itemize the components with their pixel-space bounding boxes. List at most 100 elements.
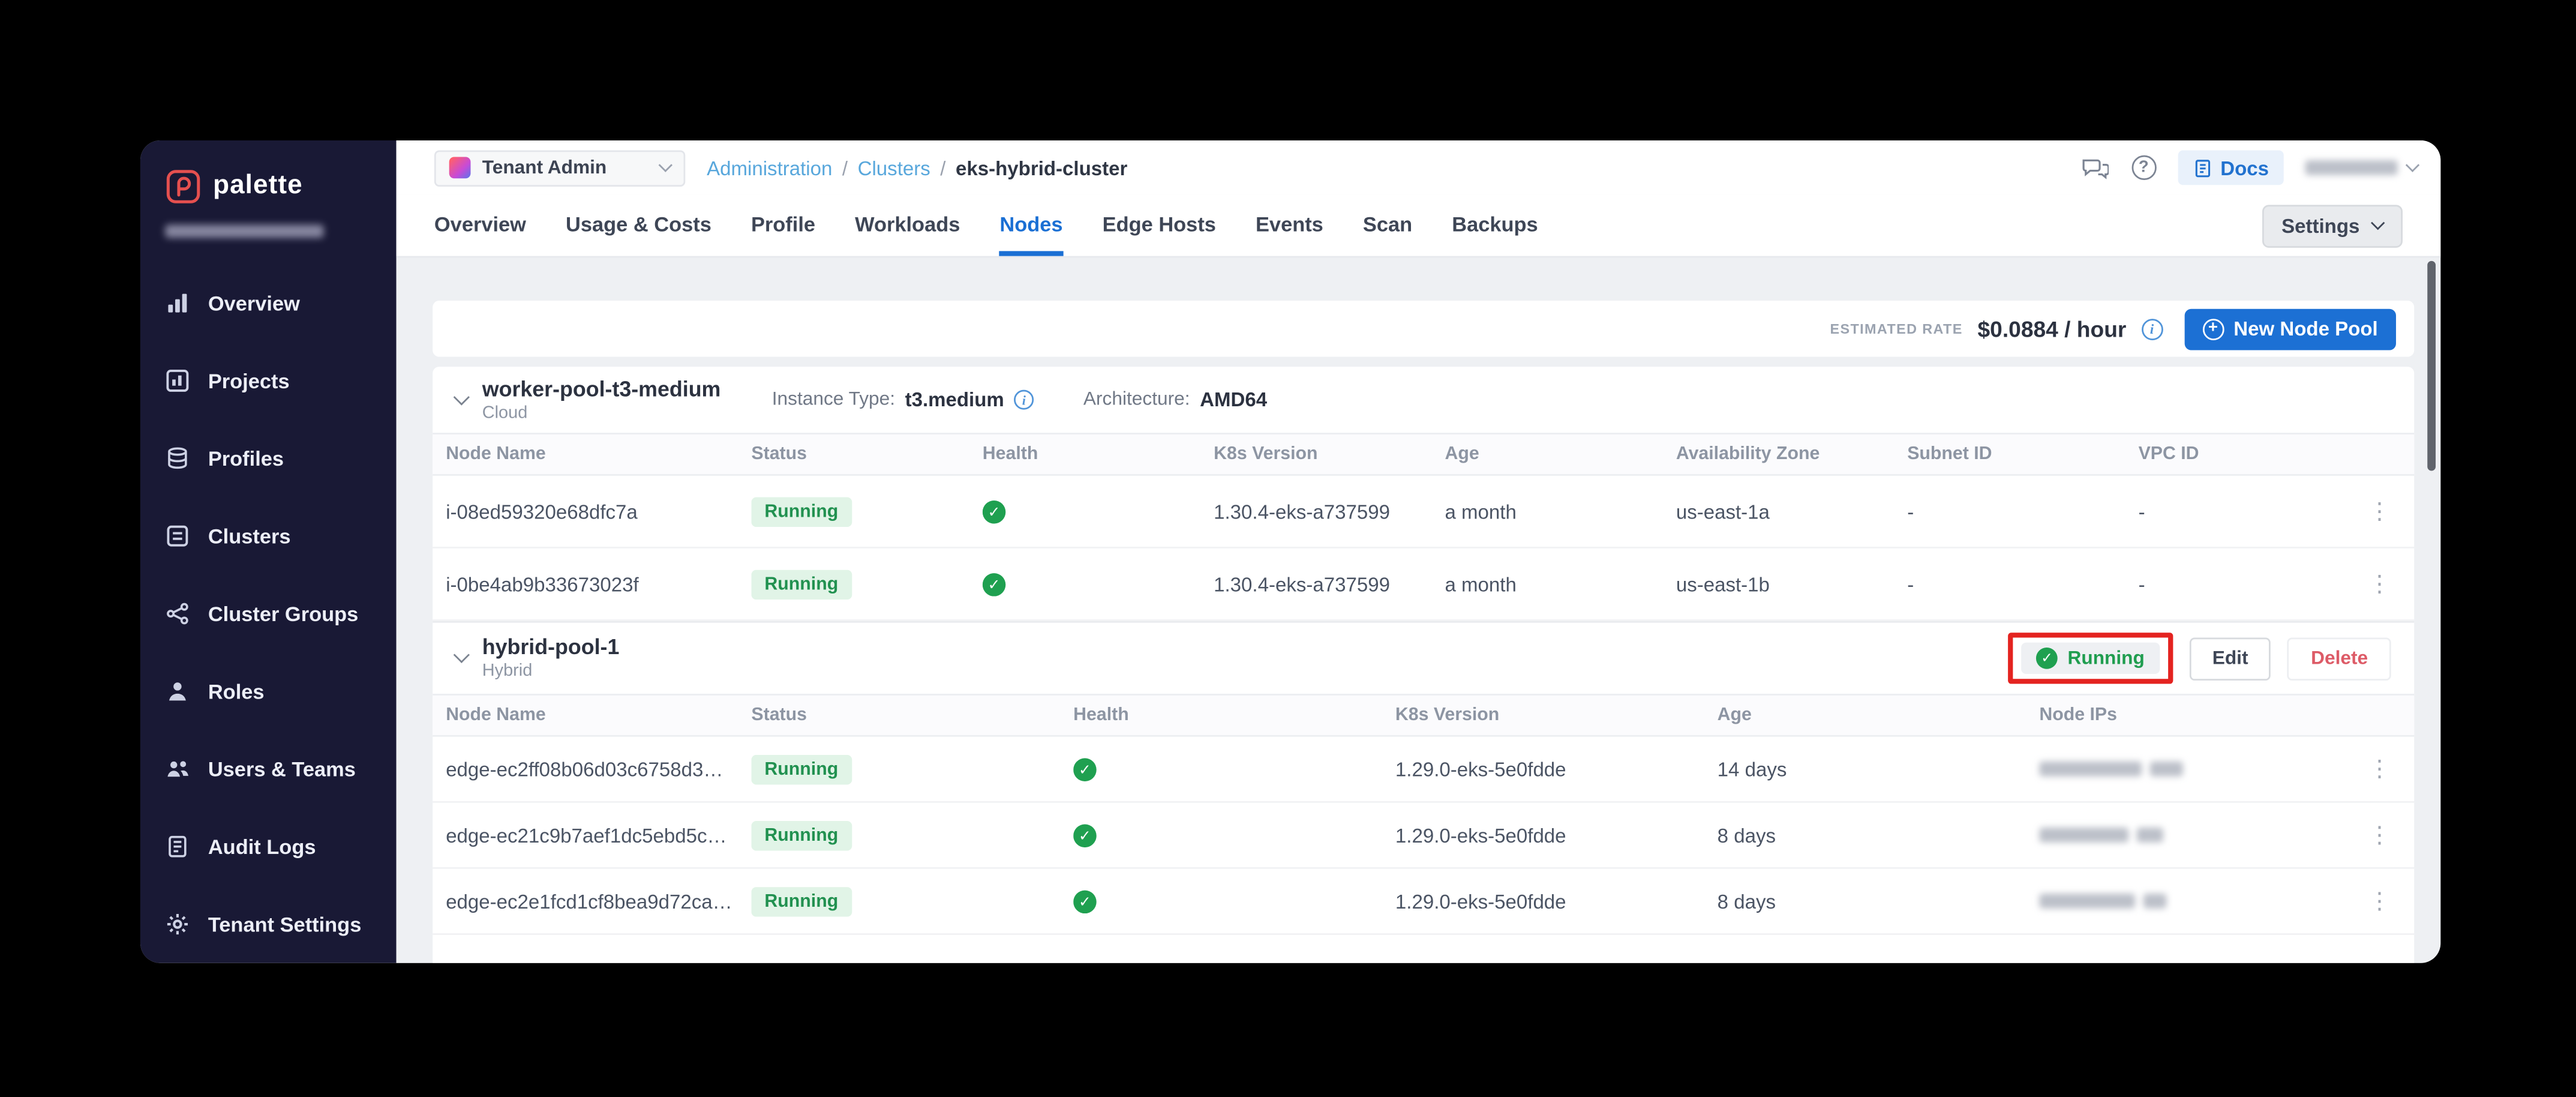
sidebar-item-cluster-groups[interactable]: Cluster Groups <box>140 575 397 652</box>
table-row: i-08ed59320e68dfc7aRunning✓1.30.4-eks-a7… <box>433 476 2414 548</box>
info-icon[interactable]: i <box>1014 390 1034 410</box>
status-cell: Running <box>751 496 982 526</box>
cell: a month <box>1445 500 1676 523</box>
screenshot-stage: palette OverviewProjectsProfilesClusters… <box>0 0 2576 1097</box>
pool-status-label: Running <box>2068 648 2145 668</box>
health-ok-icon: ✓ <box>983 501 1006 524</box>
cell: 1.30.4-eks-a737599 <box>1214 573 1445 596</box>
scrollbar-thumb[interactable] <box>2427 261 2436 471</box>
tabs: Overview Usage & Costs Profile Workloads Nod… <box>434 195 1538 256</box>
docs-button[interactable]: Docs <box>2178 150 2284 185</box>
sidebar-item-tenant-settings[interactable]: Tenant Settings <box>140 885 397 963</box>
column-header: Health <box>983 444 1214 464</box>
health-ok-icon: ✓ <box>1073 891 1097 914</box>
project-scope-selector[interactable]: Tenant Admin <box>434 149 685 186</box>
row-menu-button[interactable]: ⋮ <box>2358 887 2401 915</box>
sidebar-item-label: Roles <box>208 680 265 703</box>
table-row: edge-ec21c9b7aef1dc5ebd5c…Running✓1.29.0… <box>433 803 2414 869</box>
delete-button[interactable]: Delete <box>2288 637 2391 680</box>
help-icon[interactable]: ? <box>2131 155 2156 180</box>
pool-titles: worker-pool-t3-mediumCloud <box>482 376 721 423</box>
cell: edge-ec21c9b7aef1dc5ebd5c… <box>446 823 751 847</box>
sidebar-item-label: Users & Teams <box>208 757 356 781</box>
sidebar-item-label: Profiles <box>208 447 284 470</box>
sidebar-item-users-teams[interactable]: Users & Teams <box>140 730 397 808</box>
settings-button[interactable]: Settings <box>2262 204 2403 247</box>
tab-profile[interactable]: Profile <box>751 195 815 256</box>
redacted-text <box>2150 762 2183 777</box>
app-window: palette OverviewProjectsProfilesClusters… <box>140 140 2440 963</box>
redacted-text <box>2039 894 2135 909</box>
projects-icon <box>165 368 190 393</box>
user-menu[interactable] <box>2305 160 2418 175</box>
node-pools-card: worker-pool-t3-mediumCloud Instance Type:… <box>433 367 2414 963</box>
column-header: Age <box>1445 444 1676 464</box>
tab-edge-hosts[interactable]: Edge Hosts <box>1103 195 1216 256</box>
column-header: Status <box>751 705 1073 725</box>
info-icon[interactable]: i <box>2141 318 2163 340</box>
sidebar-item-audit-logs[interactable]: Audit Logs <box>140 808 397 885</box>
sidebar-item-label: Cluster Groups <box>208 602 358 625</box>
health-cell: ✓ <box>983 571 1214 597</box>
overview-icon <box>165 290 190 315</box>
tab-scan[interactable]: Scan <box>1363 195 1412 256</box>
redacted-text <box>2039 762 2142 777</box>
cell: edge-ec2e1fcd1cf8bea9d72ca… <box>446 889 751 913</box>
table-row: edge-ec2ff08b06d03c6758d3…Running✓1.29.0… <box>433 737 2414 803</box>
estimated-rate-value: $0.0884 / hour <box>1977 316 2126 341</box>
new-node-pool-label: New Node Pool <box>2233 317 2377 340</box>
docs-label: Docs <box>2220 156 2269 179</box>
palette-logo-icon <box>165 169 202 205</box>
sidebar-item-projects[interactable]: Projects <box>140 342 397 419</box>
edit-button[interactable]: Edit <box>2189 637 2271 680</box>
breadcrumb-link[interactable]: Clusters <box>858 156 930 179</box>
sidebar-item-roles[interactable]: Roles <box>140 652 397 730</box>
topbar: Tenant Admin Administration/Clusters/eks… <box>397 140 2441 195</box>
chevron-down-icon[interactable] <box>454 388 470 404</box>
breadcrumb-link[interactable]: Administration <box>707 156 832 179</box>
health-cell: ✓ <box>1073 822 1395 848</box>
cluster-groups-icon <box>165 601 190 626</box>
check-circle-icon: ✓ <box>2036 648 2058 669</box>
tab-backups[interactable]: Backups <box>1452 195 1538 256</box>
tenant-avatar-icon <box>449 157 471 178</box>
row-menu-button[interactable]: ⋮ <box>2358 497 2401 526</box>
row-menu-button[interactable]: ⋮ <box>2358 755 2401 783</box>
cell: 8 days <box>1718 823 2040 847</box>
chat-icon[interactable] <box>2080 154 2110 181</box>
annotation-highlight: ✓ Running <box>2008 633 2172 684</box>
tab-nodes[interactable]: Nodes <box>999 195 1062 256</box>
pool-meta: Instance Type:t3.mediumiArchitecture:AMD… <box>772 388 1267 412</box>
cell: 1.29.0-eks-5e0fdde <box>1395 889 1718 913</box>
row-menu-button[interactable]: ⋮ <box>2358 570 2401 598</box>
pool-type: Hybrid <box>482 661 620 682</box>
column-header: Node Name <box>446 705 751 725</box>
cell: edge-ec2ff08b06d03c6758d3… <box>446 757 751 781</box>
status-cell: Running <box>751 820 1073 850</box>
cell: - <box>2139 500 2358 523</box>
sidebar-item-clusters[interactable]: Clusters <box>140 497 397 575</box>
sidebar-item-overview[interactable]: Overview <box>140 264 397 341</box>
tab-usage-costs[interactable]: Usage & Costs <box>566 195 711 256</box>
tab-events[interactable]: Events <box>1256 195 1323 256</box>
tab-workloads[interactable]: Workloads <box>855 195 960 256</box>
new-node-pool-button[interactable]: + New Node Pool <box>2184 308 2396 349</box>
column-header: Health <box>1073 705 1395 725</box>
node-pool-section: worker-pool-t3-mediumCloud Instance Type:… <box>433 367 2414 621</box>
cell: - <box>1907 573 2138 596</box>
tab-overview[interactable]: Overview <box>434 195 526 256</box>
roles-icon <box>165 679 190 703</box>
breadcrumb-current: eks-hybrid-cluster <box>956 156 1127 179</box>
cell: 14 days <box>1718 757 2040 781</box>
sidebar-item-profiles[interactable]: Profiles <box>140 419 397 497</box>
chevron-down-icon <box>2371 216 2385 230</box>
table-row: edge-ec2e1fcd1cf8bea9d72ca…Running✓1.29.… <box>433 869 2414 935</box>
chevron-down-icon[interactable] <box>454 647 470 663</box>
column-header: Subnet ID <box>1907 444 2138 464</box>
row-menu-button[interactable]: ⋮ <box>2358 821 2401 849</box>
pool-name: hybrid-pool-1 <box>482 635 620 661</box>
sidebar-nav: OverviewProjects Profiles Clusters Cluster … <box>140 264 397 963</box>
table-header-row: Node NameStatusHealthK8s VersionAgeNode … <box>433 694 2414 737</box>
health-cell: ✓ <box>1073 888 1395 914</box>
pool-status-badge: ✓ Running <box>2021 643 2159 674</box>
